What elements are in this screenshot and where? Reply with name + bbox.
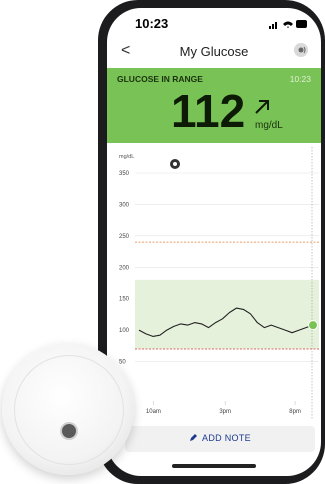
home-indicator <box>172 464 256 468</box>
x-tick-label: 8pm <box>289 409 301 415</box>
y-tick-label: 300 <box>119 202 130 208</box>
current-reading-point <box>308 320 318 331</box>
pencil-icon <box>190 434 198 441</box>
y-tick-label: 50 <box>119 360 126 366</box>
y-tick-label: 200 <box>119 265 130 271</box>
glucose-sensor-image <box>2 343 134 475</box>
glucose-units: mg/dL <box>255 120 283 131</box>
y-tick-label: 100 <box>119 328 130 334</box>
add-note-button[interactable]: ADD NOTE <box>125 426 315 452</box>
signal-wifi-battery-icon <box>269 20 307 29</box>
reading-time: 10:23 <box>289 74 311 84</box>
status-bar: 10:23 <box>107 8 321 36</box>
phone-screen: 10:23 < My Glucose GLUCOSE IN RANGE 10:2… <box>107 8 321 476</box>
glucose-value: 112 <box>171 85 246 137</box>
y-tick-label: 250 <box>119 234 130 240</box>
range-status: GLUCOSE IN RANGE <box>117 74 203 84</box>
y-tick-label: 150 <box>119 297 130 303</box>
page-title: My Glucose <box>179 44 249 59</box>
add-note-text: ADD NOTE <box>202 433 251 443</box>
glucose-banner: GLUCOSE IN RANGE 10:23 112 mg/dL <box>107 68 321 143</box>
glucose-chart: mg/dL 350 300 250 200 150 100 50 10am 3pm 8pm <box>119 147 319 419</box>
y-tick-label: 350 <box>119 171 130 177</box>
trend-up-right-icon <box>255 100 269 114</box>
add-note-label: ADD NOTE <box>125 433 315 443</box>
y-unit-label: mg/dL <box>119 154 134 160</box>
x-tick-label: 10am <box>146 409 161 415</box>
sensor-center <box>60 422 78 440</box>
sensor-start-icon <box>170 159 180 169</box>
status-time: 10:23 <box>135 16 169 31</box>
nav-bar: < My Glucose <box>107 36 321 68</box>
x-tick-label: 3pm <box>219 409 231 415</box>
sensor-sound-icon[interactable] <box>293 42 309 58</box>
sensor-ring <box>14 355 124 465</box>
